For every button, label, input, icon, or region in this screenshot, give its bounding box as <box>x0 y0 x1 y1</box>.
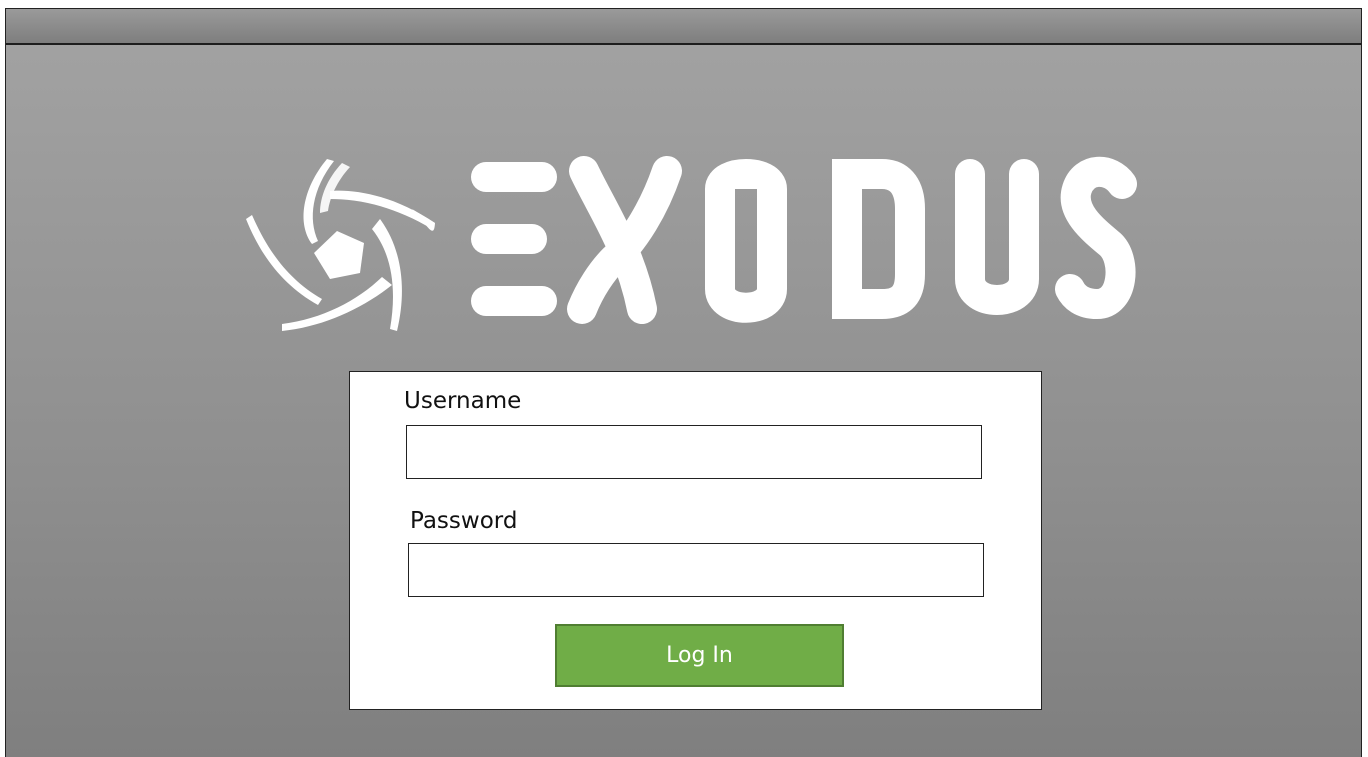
app-window: Username Password Log In <box>5 8 1362 757</box>
title-bar <box>6 9 1361 45</box>
username-input[interactable] <box>406 425 982 479</box>
password-label: Password <box>410 508 518 534</box>
username-label: Username <box>404 388 522 414</box>
exodus-pentagon-swirl-icon <box>246 159 435 331</box>
login-button-label: Log In <box>666 643 733 668</box>
login-panel: Username Password Log In <box>349 371 1042 710</box>
brand-logo <box>242 149 1142 349</box>
login-button[interactable]: Log In <box>555 624 844 687</box>
password-input[interactable] <box>408 543 984 597</box>
